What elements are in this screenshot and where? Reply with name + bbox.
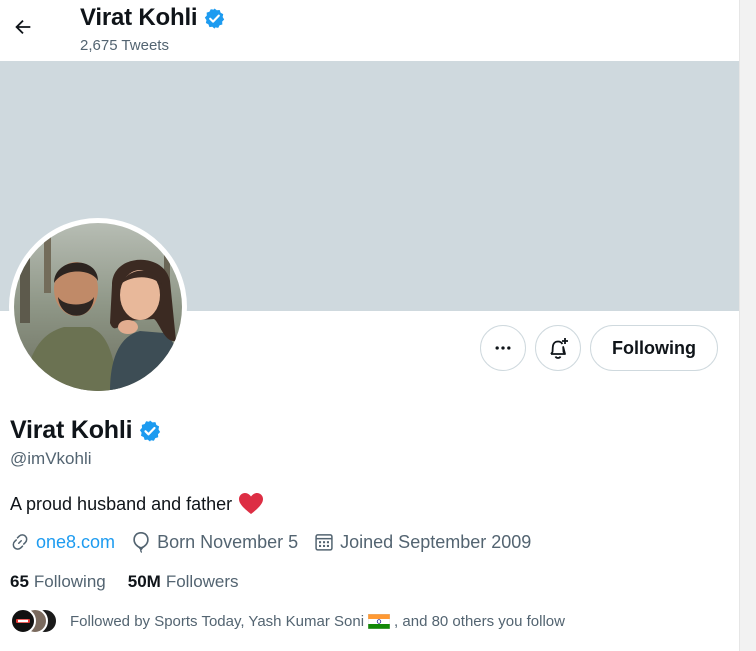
following-button[interactable]: Following [590,325,718,371]
more-options-button[interactable] [480,325,526,371]
joined-item: Joined September 2009 [314,532,531,553]
followed-by-prefix: Followed by Sports Today, Yash Kumar Son… [70,612,365,630]
profile-avatar[interactable] [9,218,187,396]
followers-count: 50M [127,572,161,591]
following-count: 65 [10,572,29,591]
verified-badge-icon [205,7,225,29]
india-flag-icon [367,613,391,629]
back-arrow-icon [15,19,31,35]
more-icon [495,346,511,350]
profile-meta: one8.com Born November 5 Joined Septembe… [10,531,547,553]
profile-bio: A proud husband and father [10,492,264,516]
birthday-text: Born November 5 [157,531,299,552]
follower-avatars [10,608,58,634]
tweet-count: 2,675 Tweets [80,37,169,54]
verified-badge-icon [140,420,161,441]
balloon-icon [133,532,149,553]
bio-text: A proud husband and father [10,493,233,514]
notifications-button[interactable] [535,325,581,371]
avatar-photo [14,223,182,391]
follower-avatar [10,608,36,634]
followed-by-suffix: , and 80 others you follow [394,612,565,630]
followers-label: Followers [165,572,239,591]
birthday-item: Born November 5 [131,531,298,553]
profile-name: Virat Kohli [10,416,162,445]
joined-text: Joined September 2009 [340,531,532,552]
following-count-link[interactable]: 65 Following [10,572,106,592]
follow-counts: 65 Following 50M Followers [10,572,239,592]
red-heart-icon [239,493,264,514]
followers-count-link[interactable]: 50M Followers [128,572,239,592]
followed-by-link[interactable]: Followed by Sports Today, Yash Kumar Son… [10,608,565,634]
header-name-text: Virat Kohli [80,4,198,31]
back-button[interactable] [8,12,38,42]
profile-name-text: Virat Kohli [10,416,133,444]
scrollbar[interactable] [739,0,756,651]
website-item: one8.com [10,532,115,553]
link-icon [12,534,28,550]
header-title: Virat Kohli [80,4,226,32]
profile-header: Virat Kohli 2,675 Tweets [0,0,739,61]
profile-handle: @imVkohli [10,449,92,468]
following-label: Following [33,572,106,591]
website-link[interactable]: one8.com [36,532,115,553]
bell-plus-icon [550,338,568,359]
profile-page: Virat Kohli 2,675 Tweets Following Virat… [0,0,756,651]
calendar-icon [315,534,333,551]
